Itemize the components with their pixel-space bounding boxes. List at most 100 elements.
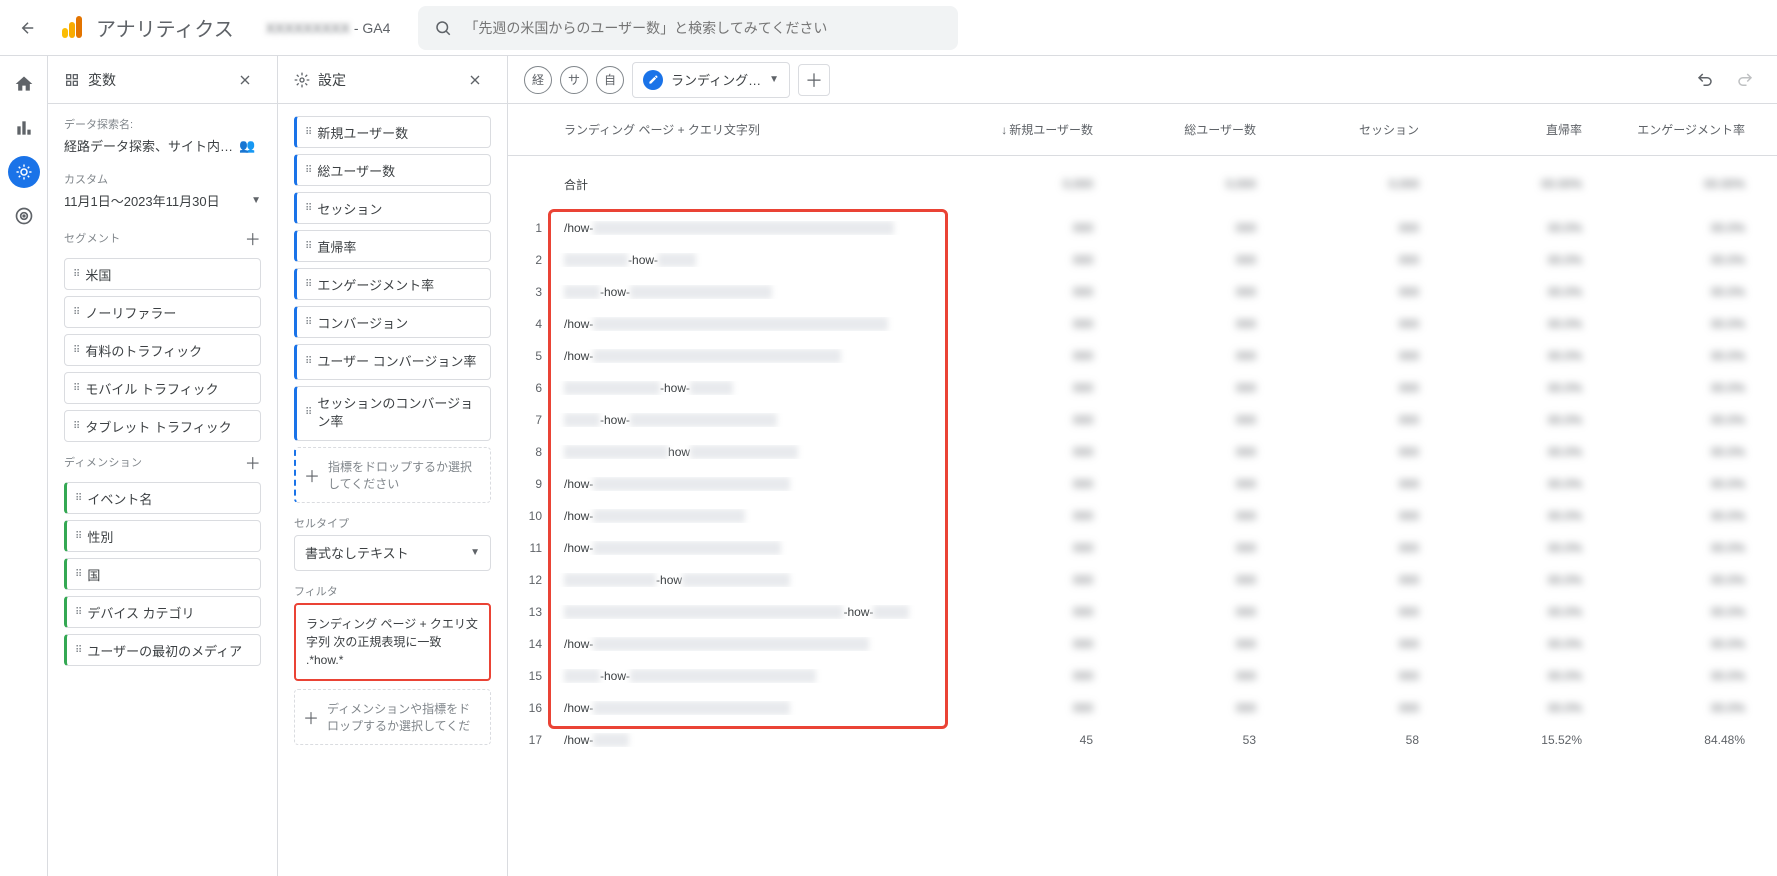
table-row: 11/how-to-use-the-yahoo-ads-management00…	[508, 532, 1777, 564]
metric-chip[interactable]: ⠿コンバージョン	[294, 306, 491, 338]
drag-handle-icon: ⠿	[75, 569, 81, 580]
table-row: 16/how-to-set-google-analytics-cross-dom…	[508, 692, 1777, 724]
table-row: 15xxxxxx-how-to-include-referrer-google-…	[508, 660, 1777, 692]
drag-handle-icon: ⠿	[305, 127, 311, 138]
dimension-chip[interactable]: ⠿デバイス カテゴリ	[64, 596, 261, 628]
exploration-name[interactable]: 経路データ探索、サイト内… 👥	[64, 136, 261, 155]
add-tab-button[interactable]: ＋	[798, 64, 830, 96]
search-box[interactable]	[418, 6, 958, 50]
table-row: 10/how-to-find-page-views-source-in00000…	[508, 500, 1777, 532]
metric-chip[interactable]: ⠿新規ユーザー数	[294, 116, 491, 148]
drag-handle-icon: ⠿	[305, 317, 311, 328]
date-preset: カスタム	[64, 171, 261, 187]
table-row: 17/how-xxxxxx45535815.52%84.48%	[508, 724, 1777, 756]
segment-chip[interactable]: ⠿有料のトラフィック	[64, 334, 261, 366]
variables-title: 変数	[88, 70, 116, 90]
ga-logo-icon	[60, 16, 84, 40]
table-row: 5/how-to-set-up-conversion-tracking-from…	[508, 340, 1777, 372]
redo-button[interactable]	[1729, 64, 1761, 96]
drag-handle-icon: ⠿	[305, 279, 311, 290]
metric-chip[interactable]: ⠿直帰率	[294, 230, 491, 262]
back-button[interactable]	[8, 8, 48, 48]
nav-explore-icon[interactable]	[8, 156, 40, 188]
filter-drop-target[interactable]: ＋ ディメンションや指標をドロップするか選択してくだ	[294, 689, 491, 745]
undo-button[interactable]	[1689, 64, 1721, 96]
date-range[interactable]: 11月1日～2023年11月30日 ▼	[64, 191, 261, 210]
tab-landing-active[interactable]: ランディング… ▼	[632, 62, 790, 98]
plus-icon: ＋	[303, 705, 319, 729]
metric-chip[interactable]: ⠿セッションのコンバージョン率	[294, 386, 491, 440]
dimension-chip[interactable]: ⠿イベント名	[64, 482, 261, 514]
table-row: 1/how-to-use-twitter-analytics-and-4-eff…	[508, 212, 1777, 244]
property-name: XXXXXXXXX	[266, 20, 350, 36]
dimension-chip[interactable]: ⠿ユーザーの最初のメディア	[64, 634, 261, 666]
table-total-row: 合計 0,0000,0000,00000.00%00.00%	[508, 156, 1777, 212]
table-row: 9/how-to-use-search-function-of-google-a…	[508, 468, 1777, 500]
col-new-users[interactable]: 新規ユーザー数	[946, 121, 1109, 138]
add-dimension-button[interactable]: ＋	[245, 450, 261, 474]
search-input[interactable]	[464, 20, 942, 36]
col-engagement-rate[interactable]: エンゲージメント率	[1598, 121, 1761, 138]
col-total-users[interactable]: 総ユーザー数	[1109, 121, 1272, 138]
app-title: アナリティクス	[96, 13, 234, 42]
caret-down-icon: ▼	[470, 547, 480, 558]
drag-handle-icon: ⠿	[305, 355, 311, 369]
nav-rail	[0, 56, 48, 876]
tab-path[interactable]: 経	[524, 66, 552, 94]
settings-panel: 設定 ⠿新規ユーザー数⠿総ユーザー数⠿セッション⠿直帰率⠿エンゲージメント率⠿コ…	[278, 56, 508, 876]
metric-chip[interactable]: ⠿総ユーザー数	[294, 154, 491, 186]
nav-advertising-icon[interactable]	[8, 200, 40, 232]
table-row: 13xxxxxx 13-reasons-why-listing-ads-are-…	[508, 596, 1777, 628]
metric-chip[interactable]: ⠿エンゲージメント率	[294, 268, 491, 300]
add-segment-button[interactable]: ＋	[245, 226, 261, 250]
table-row: 12the-sub-xxxxxxxx-how-to-arrange-column…	[508, 564, 1777, 596]
table-row: 6what-is-referral-xx-how-to-use-it000000…	[508, 372, 1777, 404]
caret-down-icon: ▼	[769, 74, 779, 85]
tab-free[interactable]: 自	[596, 66, 624, 94]
drag-handle-icon: ⠿	[75, 493, 81, 504]
metric-chip[interactable]: ⠿セッション	[294, 192, 491, 224]
metric-chip[interactable]: ⠿ユーザー コンバージョン率	[294, 344, 491, 380]
segment-chip[interactable]: ⠿タブレット トラフィック	[64, 410, 261, 442]
plus-icon: ＋	[304, 463, 320, 487]
variables-icon	[64, 72, 80, 88]
table-row: 8find-out-xxxxxxxxxxhowto-upload-listing…	[508, 436, 1777, 468]
dimension-chip[interactable]: ⠿国	[64, 558, 261, 590]
segment-chip[interactable]: ⠿ノーリファラー	[64, 296, 261, 328]
metrics-drop-target[interactable]: ＋ 指標をドロップするか選択してください	[294, 447, 491, 503]
property-suffix: - GA4	[354, 20, 391, 36]
close-settings-button[interactable]	[459, 64, 491, 96]
table-row: 14/how-to-set-up-and-use-a-prism-campaig…	[508, 628, 1777, 660]
col-bounce-rate[interactable]: 直帰率	[1435, 121, 1598, 138]
table-row: 7xxxxxx-how-to-distinguish-the-screen-xx…	[508, 404, 1777, 436]
tab-site[interactable]: サ	[560, 66, 588, 94]
table-row: 3xxxxxx-how-to-analyze-twitter-analytics…	[508, 276, 1777, 308]
drag-handle-icon: ⠿	[75, 645, 81, 656]
nav-home-icon[interactable]	[8, 68, 40, 100]
drag-handle-icon: ⠿	[73, 307, 79, 318]
col-sessions[interactable]: セッション	[1272, 121, 1435, 138]
close-variables-button[interactable]	[229, 64, 261, 96]
cell-type-select[interactable]: 書式なしテキスト ▼	[294, 535, 491, 571]
table-header: ランディング ページ + クエリ文字列 新規ユーザー数 総ユーザー数 セッション…	[508, 104, 1777, 156]
dimension-chip[interactable]: ⠿性別	[64, 520, 261, 552]
segment-chip[interactable]: ⠿モバイル トラフィック	[64, 372, 261, 404]
drag-handle-icon: ⠿	[305, 406, 311, 420]
col-landing-page[interactable]: ランディング ページ + クエリ文字列	[556, 121, 946, 138]
drag-handle-icon: ⠿	[75, 531, 81, 542]
drag-handle-icon: ⠿	[305, 241, 311, 252]
exploration-name-label: データ探索名:	[64, 116, 261, 132]
filter-condition[interactable]: ランディング ページ + クエリ文字列 次の正規表現に一致 .*how.*	[294, 603, 491, 681]
segment-chip[interactable]: ⠿米国	[64, 258, 261, 290]
table-row: 2google-xxxx-how-to-xxxx00000000000.0%00…	[508, 244, 1777, 276]
nav-reports-icon[interactable]	[8, 112, 40, 144]
dimensions-label: ディメンション	[64, 454, 142, 470]
drag-handle-icon: ⠿	[305, 165, 311, 176]
drag-handle-icon: ⠿	[73, 269, 79, 280]
search-icon	[434, 19, 452, 37]
drag-handle-icon: ⠿	[73, 345, 79, 356]
content-area: 経 サ 自 ランディング… ▼ ＋	[508, 56, 1777, 876]
drag-handle-icon: ⠿	[305, 203, 311, 214]
people-icon: 👥	[239, 138, 255, 154]
filter-label: フィルタ	[294, 583, 491, 599]
